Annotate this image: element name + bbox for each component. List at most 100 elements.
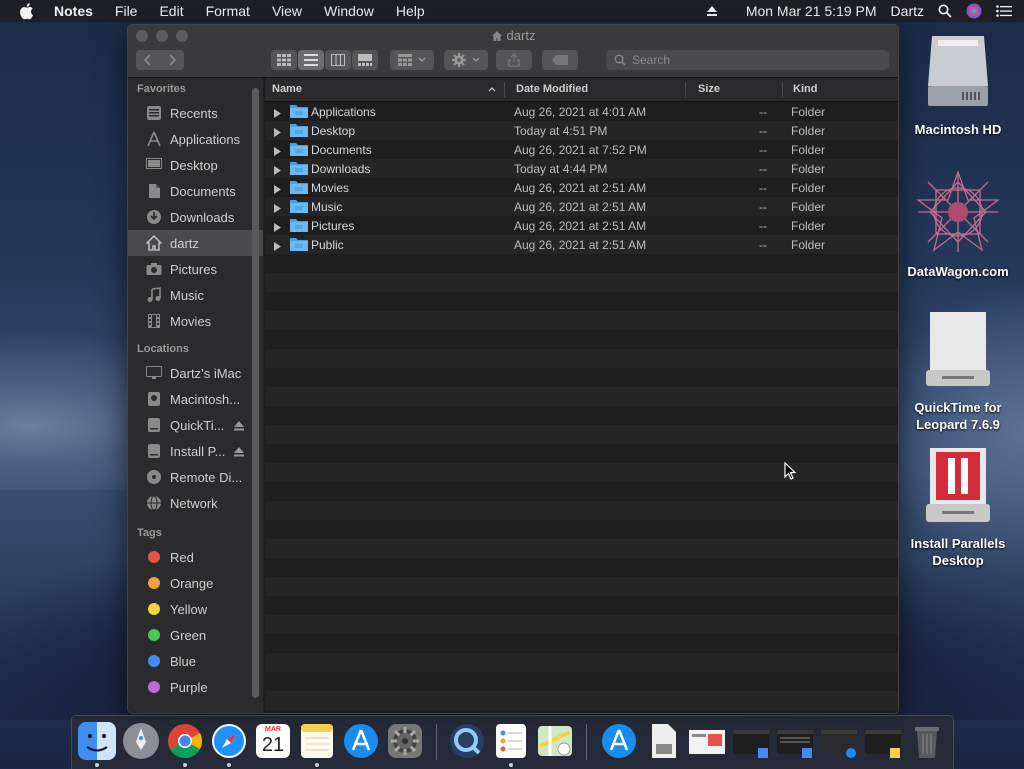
column-separator[interactable] [782,82,783,97]
sidebar-item-install-parallels[interactable]: Install P... [128,438,263,464]
desktop-icon-install-parallels[interactable]: Install Parallels Desktop [898,446,1018,569]
table-row[interactable]: Public Aug 26, 2021 at 2:51 AM -- Folder [265,235,898,254]
sidebar-item-downloads[interactable]: Downloads [128,204,263,230]
forward-arrow-icon[interactable] [160,54,184,66]
menu-edit[interactable]: Edit [159,3,183,19]
sidebar-item-recents[interactable]: Recents [128,100,263,126]
column-view-button[interactable] [325,50,351,70]
table-row[interactable]: Movies Aug 26, 2021 at 2:51 AM -- Folder [265,178,898,197]
dock-launchpad[interactable] [122,722,160,760]
columns-icon [331,54,345,66]
spotlight-search-icon[interactable] [938,4,952,18]
sidebar-item-dartz[interactable]: dartz [128,230,263,256]
dock-window-thumb-1[interactable] [688,722,726,760]
file-kind: Folder [791,238,826,252]
group-by-button[interactable] [390,50,434,70]
menu-user[interactable]: Dartz [891,3,924,19]
menu-window[interactable]: Window [324,3,374,19]
dock-window-thumb-3[interactable] [776,722,814,760]
sort-chevron-icon[interactable] [488,83,496,95]
sidebar-tag-purple[interactable]: Purple [128,674,263,700]
desktop-icon-macintosh-hd[interactable]: Macintosh HD [898,32,1018,138]
table-row[interactable]: Downloads Today at 4:44 PM -- Folder [265,159,898,178]
sidebar-item-quicktime[interactable]: QuickTi... [128,412,263,438]
column-size[interactable]: Size [698,83,720,95]
table-row[interactable]: Documents Aug 26, 2021 at 7:52 PM -- Folder [265,140,898,159]
dock-reminders[interactable] [492,722,530,760]
table-row[interactable]: Applications Aug 26, 2021 at 4:01 AM -- Fol… [265,102,898,121]
sidebar-item-pictures[interactable]: Pictures [128,256,263,282]
disclosure-triangle-icon[interactable] [274,202,281,216]
menu-app-name[interactable]: Notes [54,3,93,19]
disclosure-triangle-icon[interactable] [274,107,281,121]
back-arrow-icon[interactable] [136,54,160,66]
sidebar-item-applications[interactable]: Applications [128,126,263,152]
dock-window-thumb-4[interactable] [820,722,858,760]
action-menu-button[interactable] [444,50,488,70]
sidebar-tag-orange[interactable]: Orange [128,570,263,596]
table-row[interactable]: Pictures Aug 26, 2021 at 2:51 AM -- Folder [265,216,898,235]
dock-trash[interactable] [908,722,946,760]
film-icon [145,312,163,330]
menu-help[interactable]: Help [396,3,425,19]
dock-window-thumb-2[interactable] [732,722,770,760]
menu-file[interactable]: File [115,3,138,19]
sidebar-tag-green[interactable]: Green [128,622,263,648]
gallery-view-button[interactable] [352,50,378,70]
sidebar-item-remote-disc[interactable]: Remote Di... [128,464,263,490]
disclosure-triangle-icon[interactable] [274,221,281,235]
dock-window-thumb-5[interactable] [864,722,902,760]
notification-center-icon[interactable] [996,5,1012,17]
table-row[interactable]: Desktop Today at 4:51 PM -- Folder [265,121,898,140]
disclosure-triangle-icon[interactable] [274,126,281,140]
siri-icon[interactable] [966,3,982,19]
sidebar-item-network[interactable]: Network [128,490,263,516]
dock-installer[interactable] [644,722,682,760]
sidebar-scrollbar[interactable] [252,88,259,698]
menu-format[interactable]: Format [206,3,250,19]
sidebar-tag-blue[interactable]: Blue [128,648,263,674]
table-row[interactable]: Music Aug 26, 2021 at 2:51 AM -- Folder [265,197,898,216]
eject-icon[interactable] [234,419,244,434]
dock-maps[interactable] [536,722,574,760]
column-separator[interactable] [504,82,505,97]
sidebar-item-desktop[interactable]: Desktop [128,152,263,178]
sidebar-item-documents[interactable]: Documents [128,178,263,204]
nav-buttons [136,50,184,70]
disclosure-triangle-icon[interactable] [274,164,281,178]
column-date-modified[interactable]: Date Modified [516,83,588,95]
icon-view-button[interactable] [271,50,297,70]
disclosure-triangle-icon[interactable] [274,240,281,254]
sidebar-tag-yellow[interactable]: Yellow [128,596,263,622]
disclosure-triangle-icon[interactable] [274,183,281,197]
dock-chrome[interactable] [166,722,204,760]
menu-clock[interactable]: Mon Mar 21 5:19 PM [746,3,877,19]
sidebar-tag-red[interactable]: Red [128,544,263,570]
sidebar-item-imac[interactable]: Dartz’s iMac [128,360,263,386]
dock-finder[interactable] [78,722,116,760]
column-name[interactable]: Name [272,83,302,95]
sidebar-item-movies[interactable]: Movies [128,308,263,334]
desktop-icon-datawagon[interactable]: DataWagon.com [898,170,1018,280]
tags-button[interactable] [542,50,578,70]
dock-system-preferences[interactable] [386,722,424,760]
eject-icon[interactable] [234,445,244,460]
eject-menu-icon[interactable] [706,5,718,17]
desktop-icon-quicktime[interactable]: QuickTime for Leopard 7.6.9 [898,310,1018,433]
search-field[interactable]: Search [606,50,889,70]
dock-quicktime[interactable] [448,722,486,760]
dock-app-store-2[interactable] [600,722,638,760]
column-kind[interactable]: Kind [793,83,817,95]
dock-app-store[interactable] [342,722,380,760]
disclosure-triangle-icon[interactable] [274,145,281,159]
dock-safari[interactable] [210,722,248,760]
dock-notes[interactable] [298,722,336,760]
menu-view[interactable]: View [272,3,302,19]
dock-calendar[interactable]: MAR 21 [254,722,292,760]
sidebar-item-music[interactable]: Music [128,282,263,308]
column-separator[interactable] [685,82,686,97]
list-view-button[interactable] [298,50,324,70]
sidebar-item-macintosh-hd[interactable]: Macintosh... [128,386,263,412]
share-button[interactable] [496,50,532,70]
apple-menu-icon[interactable] [18,2,38,20]
